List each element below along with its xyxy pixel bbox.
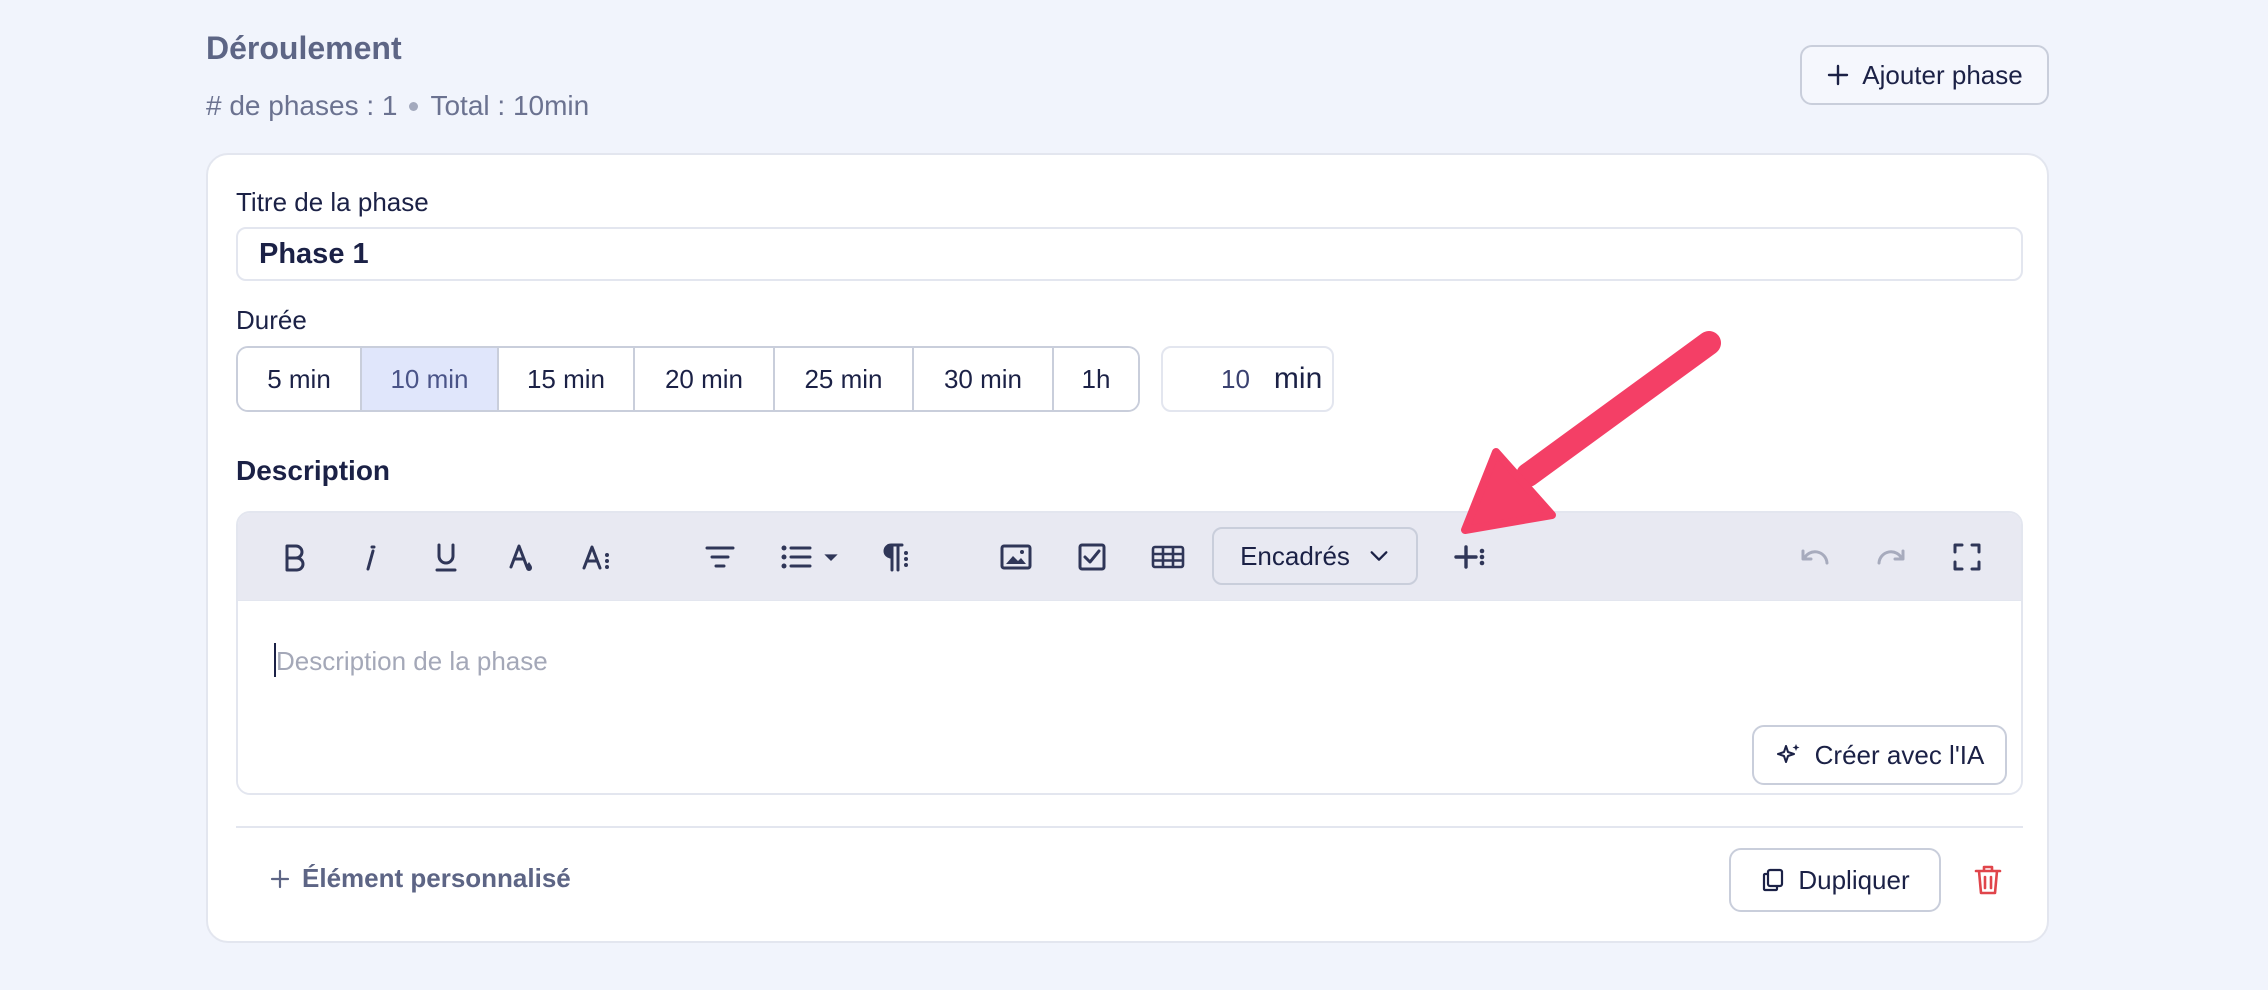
- duration-option-5min[interactable]: 5 min: [238, 348, 362, 410]
- image-icon[interactable]: [994, 535, 1038, 579]
- encadres-dropdown[interactable]: Encadrés: [1212, 527, 1418, 585]
- align-icon[interactable]: [698, 535, 742, 579]
- create-with-ai-button[interactable]: Créer avec l'IA: [1752, 725, 2007, 785]
- phase-title-label: Titre de la phase: [236, 187, 429, 217]
- duration-option-15min[interactable]: 15 min: [499, 348, 635, 410]
- duration-option-1h[interactable]: 1h: [1054, 348, 1138, 410]
- table-icon[interactable]: [1146, 535, 1190, 579]
- add-phase-button[interactable]: Ajouter phase: [1800, 45, 2049, 105]
- description-label: Description: [236, 455, 391, 486]
- underline-icon[interactable]: [424, 535, 468, 579]
- insert-more-icon[interactable]: [1448, 535, 1492, 579]
- separator-dot: [409, 101, 419, 111]
- plus-icon: [1828, 64, 1849, 86]
- bullet-list-icon[interactable]: [774, 535, 818, 579]
- description-placeholder: Description de la phase: [276, 646, 548, 676]
- custom-element-label: Élément personnalisé: [302, 863, 571, 893]
- duplicate-button[interactable]: Dupliquer: [1729, 848, 1941, 912]
- section-meta: # de phases : 1 Total : 10min: [206, 90, 589, 122]
- footer-divider: [236, 826, 2023, 828]
- duration-options: 5 min 10 min 15 min 20 min 25 min 30 min…: [236, 346, 1140, 412]
- duration-option-25min[interactable]: 25 min: [775, 348, 914, 410]
- duration-option-10min[interactable]: 10 min: [362, 348, 499, 410]
- chevron-down-icon: [1370, 551, 1388, 561]
- phase-card: Titre de la phase Phase 1 Durée 5 min 10…: [206, 153, 2049, 943]
- plus-icon: [270, 869, 290, 888]
- text-color-icon[interactable]: [500, 535, 544, 579]
- duration-option-20min[interactable]: 20 min: [635, 348, 775, 410]
- redo-icon[interactable]: [1869, 535, 1913, 579]
- phase-count: # de phases : 1: [206, 90, 398, 121]
- fullscreen-icon[interactable]: [1945, 535, 1989, 579]
- editor-toolbar: Encadrés: [238, 513, 2021, 601]
- description-editor[interactable]: Description de la phase Créer avec l'IA: [238, 601, 2021, 793]
- section-title: Déroulement: [206, 30, 402, 66]
- undo-icon[interactable]: [1793, 535, 1837, 579]
- encadres-label: Encadrés: [1240, 540, 1350, 571]
- checkbox-icon[interactable]: [1070, 535, 1114, 579]
- font-size-icon[interactable]: [576, 535, 620, 579]
- sparkles-icon: [1776, 744, 1800, 763]
- total-duration: Total : 10min: [430, 90, 590, 121]
- duration-option-30min[interactable]: 30 min: [914, 348, 1054, 410]
- duration-label: Durée: [236, 305, 307, 335]
- phase-title-input[interactable]: Phase 1: [236, 227, 2023, 281]
- rich-text-editor: Encadrés Description de la phase Créer a…: [236, 511, 2023, 795]
- bold-icon[interactable]: [272, 535, 316, 579]
- add-phase-label: Ajouter phase: [1862, 59, 2023, 90]
- list-dropdown-icon[interactable]: [816, 535, 846, 579]
- create-with-ai-label: Créer avec l'IA: [1814, 739, 1985, 770]
- duplicate-label: Dupliquer: [1798, 864, 1910, 895]
- copy-icon: [1763, 868, 1784, 892]
- italic-icon[interactable]: [348, 535, 392, 579]
- trash-icon[interactable]: [1970, 862, 2006, 898]
- paragraph-icon[interactable]: [872, 535, 916, 579]
- duration-custom-input[interactable]: 10 min: [1161, 346, 1334, 412]
- add-custom-element-button[interactable]: Élément personnalisé: [268, 863, 571, 894]
- duration-value: 10: [1221, 363, 1250, 394]
- duration-unit: min: [1273, 362, 1323, 395]
